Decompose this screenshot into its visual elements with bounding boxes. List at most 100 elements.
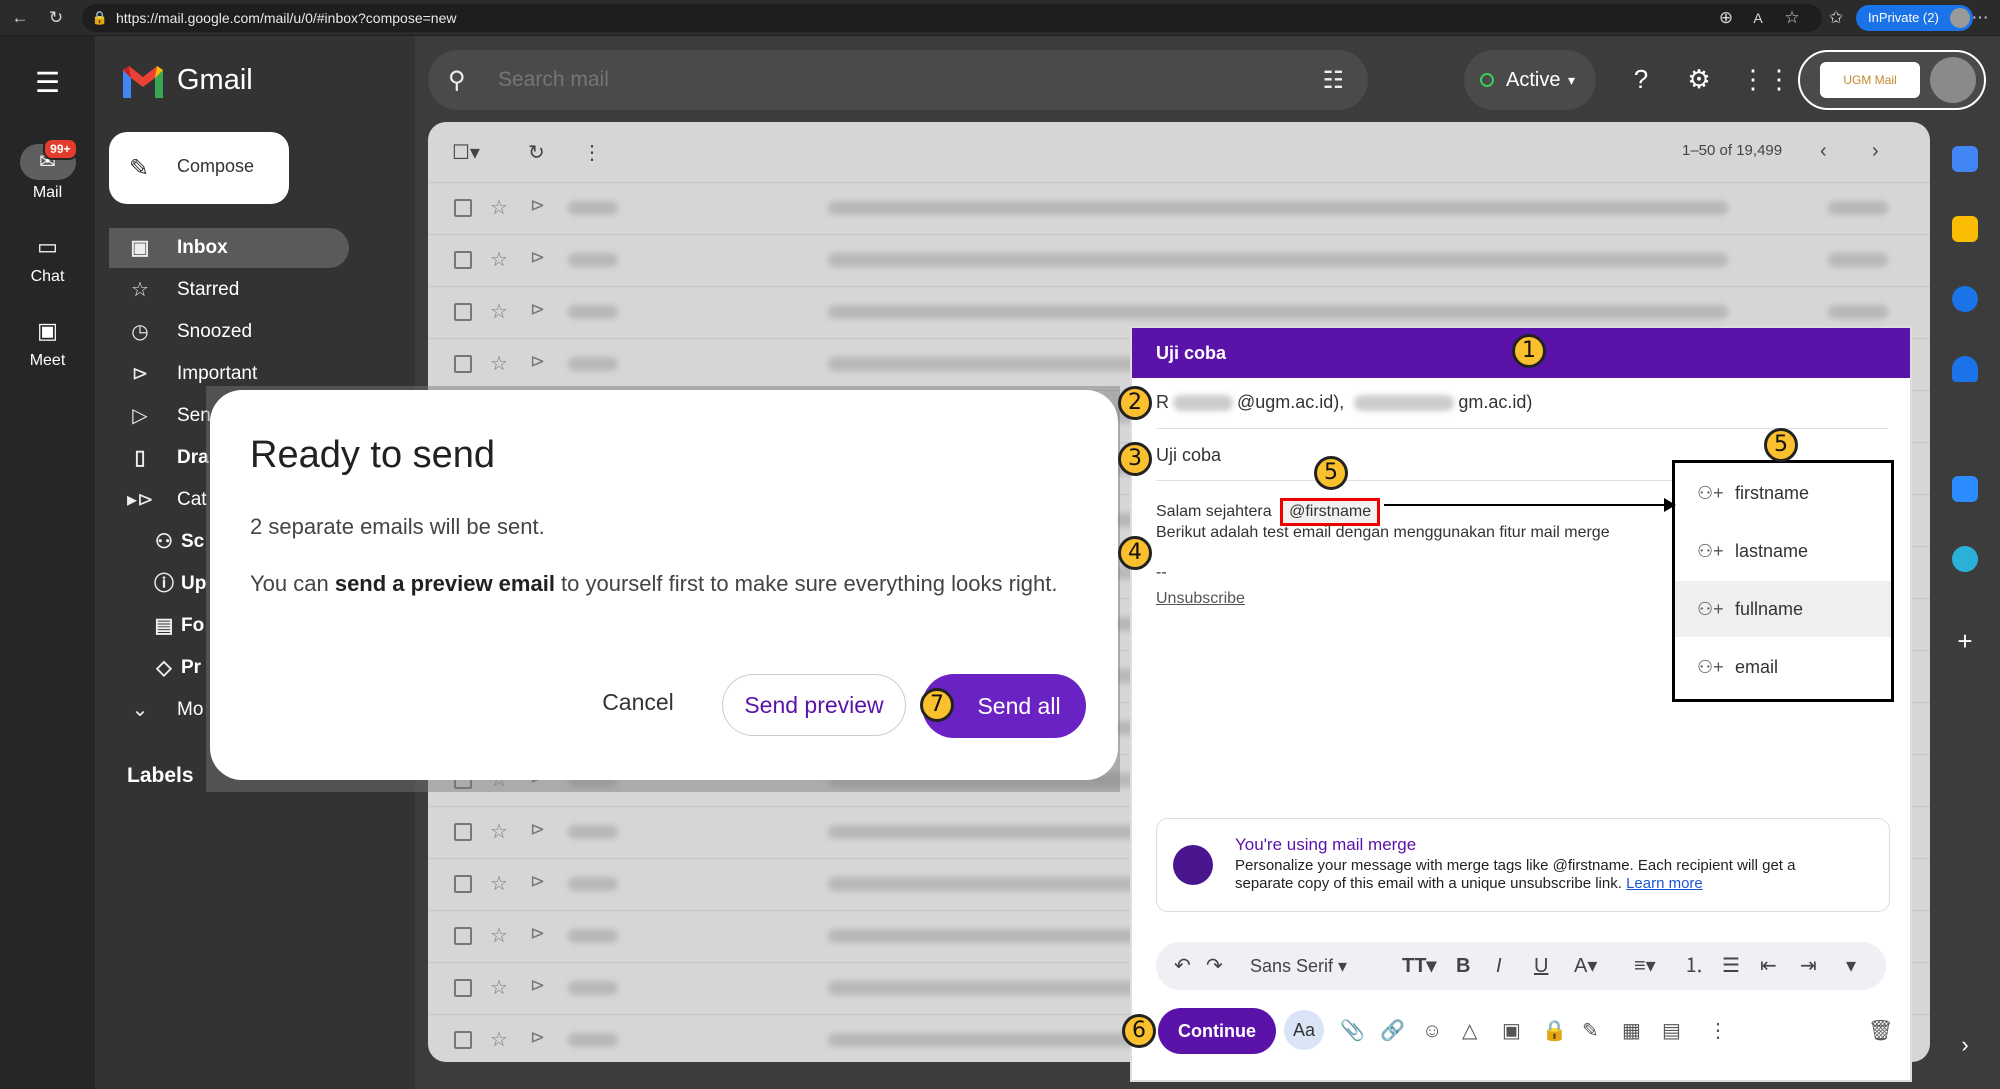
- underline-icon[interactable]: U: [1534, 952, 1548, 980]
- search-options-icon[interactable]: ☷: [1322, 66, 1344, 95]
- formatting-options-button[interactable]: Aa: [1284, 1010, 1324, 1050]
- numbered-list-icon[interactable]: ⒈: [1684, 952, 1704, 980]
- calendar-icon[interactable]: [1952, 146, 1978, 172]
- subject-field[interactable]: [1156, 445, 1656, 466]
- gmail-logo-icon: [123, 66, 163, 98]
- keep-icon[interactable]: [1952, 216, 1978, 242]
- body-text[interactable]: Berikut adalah test email dengan menggun…: [1156, 524, 1610, 542]
- send-preview-button[interactable]: Send preview: [722, 674, 906, 736]
- nav-inbox[interactable]: ▣ Inbox: [109, 228, 349, 268]
- learn-more-link[interactable]: Learn more: [1626, 875, 1703, 892]
- contacts-icon[interactable]: [1952, 356, 1978, 382]
- refresh-icon[interactable]: ↻: [528, 140, 545, 165]
- rail-meet[interactable]: ▣ Meet: [0, 316, 95, 370]
- menu-icon[interactable]: ☰: [35, 66, 60, 99]
- more-options-icon[interactable]: ⋮: [1708, 1018, 1728, 1044]
- tasks-icon[interactable]: [1952, 286, 1978, 312]
- read-aloud-icon[interactable]: A: [1748, 8, 1768, 28]
- nav-label: Fo: [181, 615, 205, 636]
- prev-page-icon[interactable]: ‹: [1820, 140, 1827, 163]
- gear-icon[interactable]: ⚙: [1682, 62, 1716, 96]
- continue-button[interactable]: Continue: [1158, 1008, 1276, 1054]
- cancel-button[interactable]: Cancel: [580, 674, 696, 730]
- font-select[interactable]: Sans Serif ▾: [1250, 952, 1347, 980]
- address-bar[interactable]: 🔒 https://mail.google.com/mail/u/0/#inbo…: [82, 4, 1822, 32]
- italic-icon[interactable]: I: [1496, 952, 1502, 980]
- merge-option-firstname[interactable]: ⚇+ firstname: [1675, 465, 1891, 521]
- search-input[interactable]: [498, 68, 1198, 92]
- signature-icon[interactable]: ✎: [1582, 1018, 1599, 1044]
- drive-icon[interactable]: △: [1462, 1018, 1477, 1044]
- unsubscribe-link[interactable]: Unsubscribe: [1156, 590, 1245, 608]
- schedule-icon[interactable]: ▤: [1662, 1018, 1681, 1044]
- text-size-icon[interactable]: TT▾: [1402, 952, 1436, 980]
- info-title: You're using mail merge: [1235, 835, 1417, 854]
- favorite-icon[interactable]: ☆: [1782, 8, 1802, 28]
- signature-separator: --: [1156, 564, 1167, 581]
- select-all-checkbox[interactable]: ☐▾: [452, 140, 480, 165]
- add-icon[interactable]: +: [1952, 628, 1978, 654]
- photo-icon[interactable]: ▣: [1502, 1018, 1521, 1044]
- more-icon[interactable]: ⋯: [1970, 8, 1990, 28]
- avatar[interactable]: [1930, 57, 1976, 103]
- merge-option-lastname[interactable]: ⚇+ lastname: [1675, 523, 1891, 579]
- table-row[interactable]: ☆⊳: [428, 182, 1930, 234]
- confidential-icon[interactable]: 🔒: [1542, 1018, 1567, 1044]
- nav-label: Sc: [181, 531, 205, 552]
- nav-snoozed[interactable]: ◷ Snoozed: [109, 312, 409, 352]
- blurred-name: [1173, 395, 1233, 412]
- recipients-field[interactable]: R @ugm.ac.id), gm.ac.id): [1156, 392, 1532, 413]
- chevron-right-icon[interactable]: ›: [1952, 1032, 1978, 1058]
- step-marker-1: 1: [1512, 334, 1546, 368]
- account-switcher[interactable]: UGM Mail: [1798, 50, 1986, 110]
- inprivate-profile[interactable]: InPrivate (2): [1856, 5, 1973, 31]
- compose-button[interactable]: ✎ Compose: [109, 132, 289, 204]
- align-icon[interactable]: ≡▾: [1634, 952, 1656, 980]
- lock-icon: 🔒: [91, 10, 109, 25]
- refresh-icon[interactable]: ↻: [46, 8, 66, 28]
- recipient-domain-1: @ugm.ac.id),: [1237, 392, 1345, 412]
- webex-icon[interactable]: [1952, 546, 1978, 572]
- search-icon[interactable]: ⚲: [448, 66, 466, 95]
- inprivate-label: InPrivate (2): [1868, 10, 1939, 25]
- more-formatting-icon[interactable]: ▾: [1846, 952, 1856, 980]
- merge-tag[interactable]: @firstname: [1280, 498, 1381, 526]
- nav-label: Mo: [177, 699, 204, 720]
- indent-less-icon[interactable]: ⇤: [1760, 952, 1777, 980]
- emoji-icon[interactable]: ☺: [1422, 1018, 1442, 1044]
- bold-icon[interactable]: B: [1456, 952, 1470, 980]
- chat-icon: ▭: [37, 234, 58, 259]
- step-marker-6: 6: [1122, 1014, 1156, 1048]
- redo-icon[interactable]: ↷: [1206, 952, 1223, 980]
- help-icon[interactable]: ?: [1624, 62, 1658, 96]
- favorites-bar-icon[interactable]: ✩: [1826, 8, 1846, 28]
- apps-icon[interactable]: ⋮⋮: [1740, 62, 1792, 96]
- text-color-icon[interactable]: A▾: [1574, 952, 1597, 980]
- bulleted-list-icon[interactable]: ☰: [1722, 952, 1740, 980]
- attach-icon[interactable]: 📎: [1340, 1018, 1365, 1044]
- body-greeting[interactable]: Salam sejahtera @firstname: [1156, 498, 1381, 526]
- merge-option-label: lastname: [1735, 541, 1809, 561]
- layout-icon[interactable]: ▦: [1622, 1018, 1641, 1044]
- more-icon[interactable]: ⋮: [582, 140, 602, 165]
- dialog-title: Ready to send: [250, 434, 496, 476]
- mail-icon: ✉ 99+: [19, 138, 78, 180]
- trash-icon[interactable]: 🗑: [1868, 1018, 1893, 1044]
- status-selector[interactable]: Active ▾: [1464, 50, 1596, 110]
- nav-label: Dra: [177, 447, 209, 468]
- back-icon[interactable]: ←: [10, 8, 30, 28]
- indent-more-icon[interactable]: ⇥: [1800, 952, 1817, 980]
- zoom-icon[interactable]: ⊕: [1716, 8, 1736, 28]
- next-page-icon[interactable]: ›: [1872, 140, 1879, 163]
- rail-chat[interactable]: ▭ Chat: [0, 232, 95, 286]
- undo-icon[interactable]: ↶: [1174, 952, 1191, 980]
- zoom-icon[interactable]: [1952, 476, 1978, 502]
- link-icon[interactable]: 🔗: [1380, 1018, 1405, 1044]
- merge-option-fullname[interactable]: ⚇+ fullname: [1675, 581, 1891, 637]
- nav-starred[interactable]: ☆ Starred: [109, 270, 409, 310]
- rail-mail[interactable]: ✉ 99+ Mail: [0, 138, 95, 202]
- search-bar[interactable]: ⚲ ☷: [428, 50, 1368, 110]
- table-row[interactable]: ☆⊳: [428, 234, 1930, 286]
- step-marker-3: 3: [1118, 442, 1152, 476]
- merge-option-email[interactable]: ⚇+ email: [1675, 639, 1891, 695]
